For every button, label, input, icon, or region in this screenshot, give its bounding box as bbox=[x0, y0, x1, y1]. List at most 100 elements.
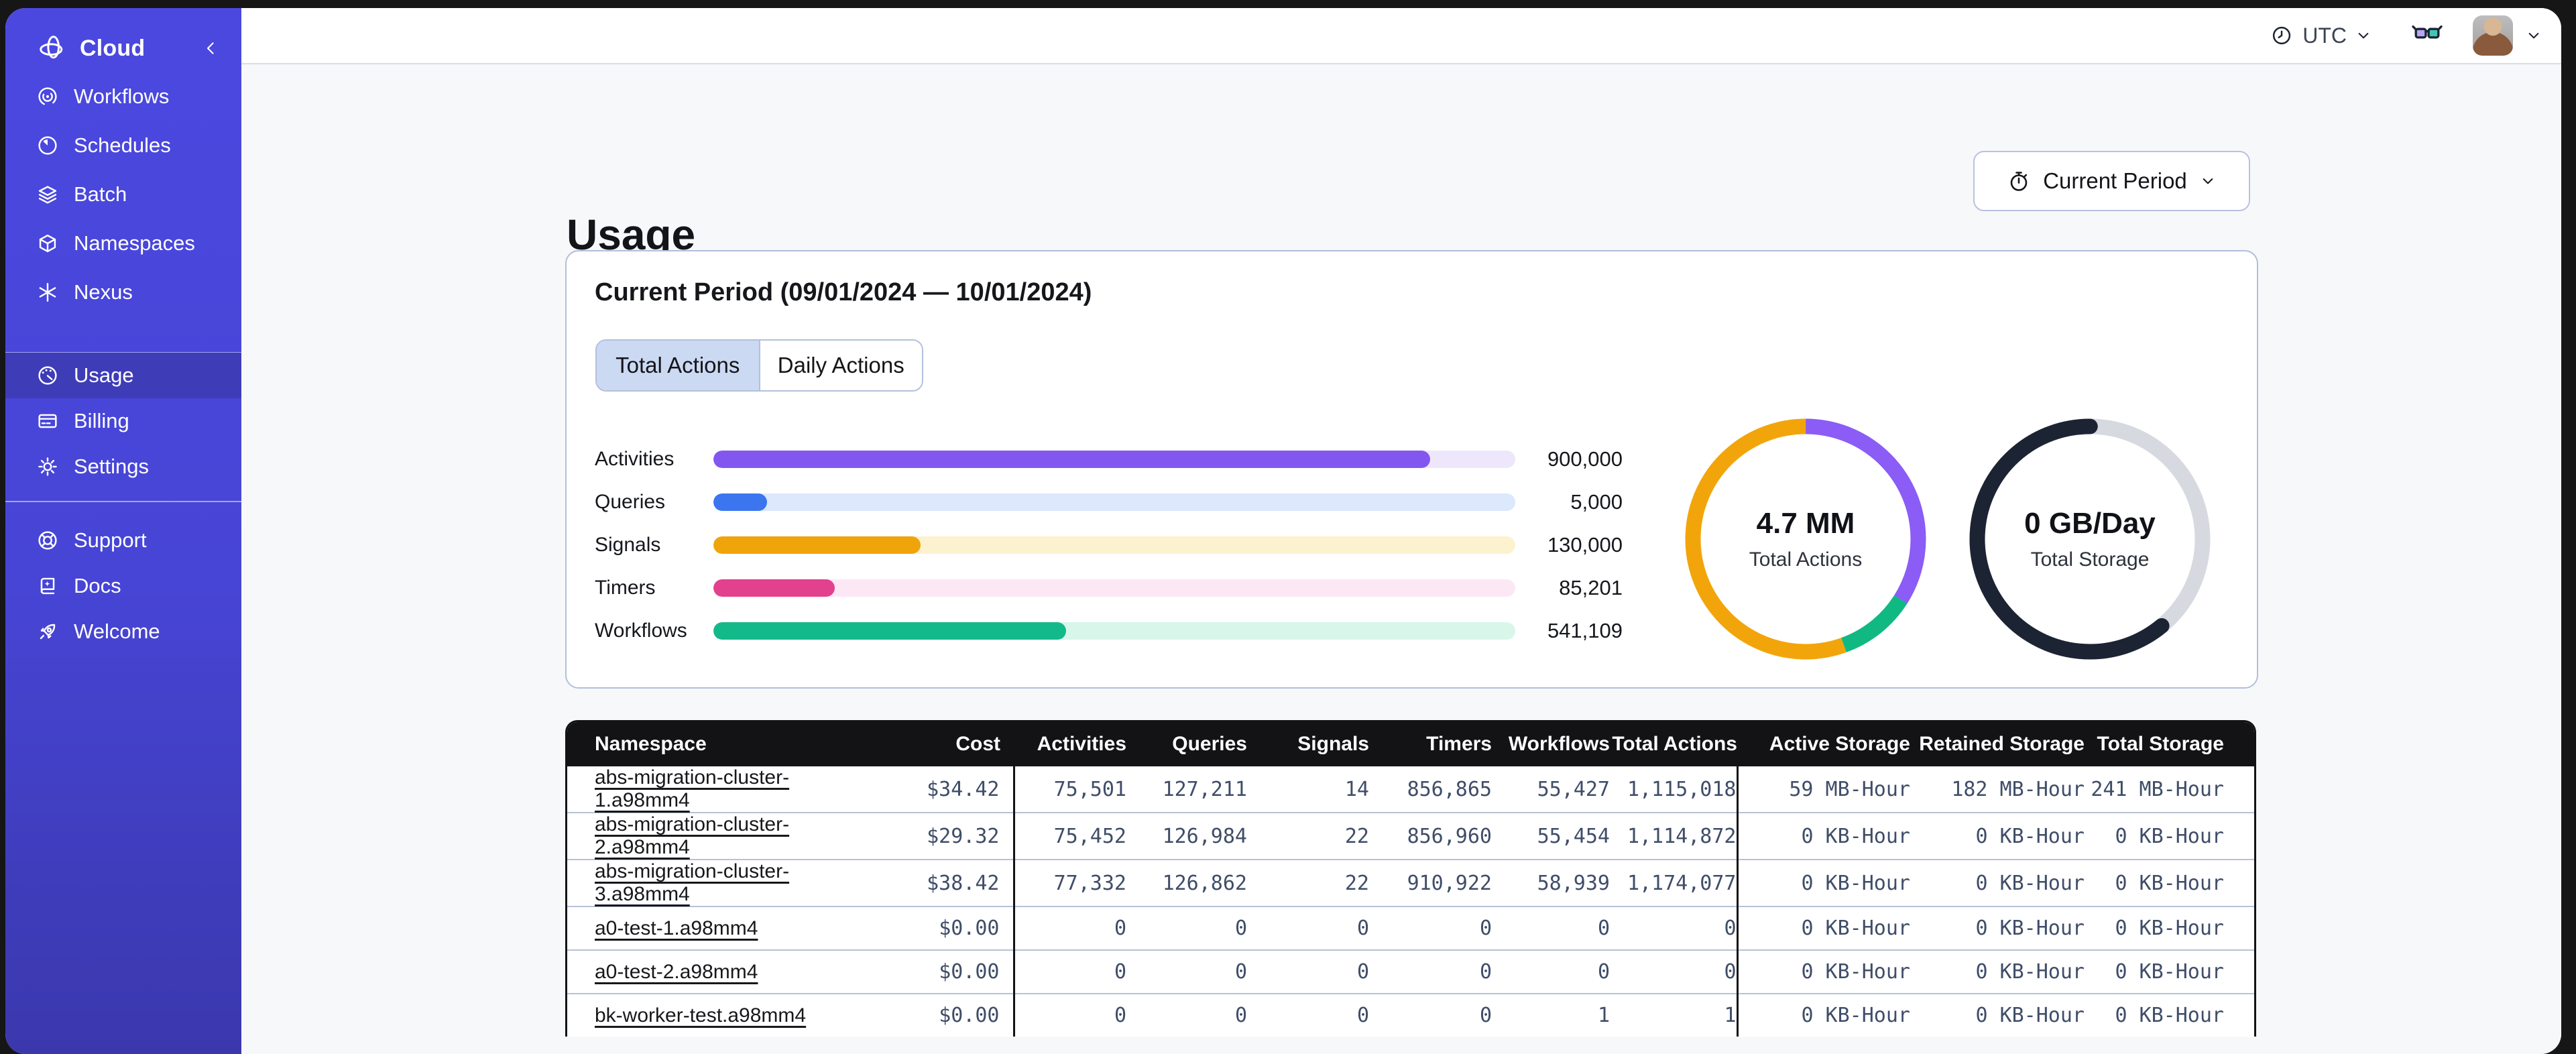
bar-fill bbox=[713, 622, 1067, 640]
sidebar-brand: Cloud bbox=[5, 24, 241, 72]
sidebar-item-support[interactable]: Support bbox=[5, 518, 241, 563]
column-header: Timers bbox=[1369, 722, 1492, 766]
column-header: Retained Storage bbox=[1910, 722, 2085, 766]
topbar: UTC bbox=[241, 8, 2561, 64]
sidebar-item-settings[interactable]: Settings bbox=[5, 444, 241, 489]
table-cell: 0 bbox=[1012, 949, 1126, 994]
table-cell: 182 MB-Hour bbox=[1910, 766, 2085, 813]
bar-fill bbox=[713, 579, 835, 597]
avatar[interactable] bbox=[2473, 15, 2513, 56]
usage-bar-row: Signals 130,000 bbox=[595, 524, 1623, 567]
total-actions-label: Total Actions bbox=[1749, 548, 1863, 571]
table-row: abs-migration-cluster-3.a98mm4 $38.42 77,3… bbox=[567, 859, 2254, 906]
table-row: a0-test-2.a98mm4 $0.00 0 0 0 0 0 0 0 KB-Hour 0 KB… bbox=[567, 949, 2254, 994]
table-cell: $0.00 bbox=[876, 993, 1014, 1037]
bar-label: Timers bbox=[595, 577, 656, 599]
actions-tabs: Total Actions Daily Actions bbox=[595, 339, 923, 392]
chevron-down-icon bbox=[2198, 171, 2218, 191]
table-cell: 0 KB-Hour bbox=[1736, 993, 1910, 1037]
table-cell: 0 KB-Hour bbox=[1736, 906, 1910, 950]
table-cell: 75,501 bbox=[1012, 766, 1126, 813]
table-row: abs-migration-cluster-1.a98mm4 $34.42 75,5… bbox=[567, 766, 2254, 813]
total-storage-label: Total Storage bbox=[2030, 548, 2150, 571]
table-cell: 58,939 bbox=[1492, 859, 1610, 906]
nexus-icon bbox=[35, 280, 60, 305]
table-cell: 1 bbox=[1610, 993, 1737, 1037]
namespace-link[interactable]: a0-test-1.a98mm4 bbox=[595, 917, 758, 939]
total-actions-donut: 4.7 MM Total Actions bbox=[1685, 418, 1926, 660]
period-selector-label: Current Period bbox=[2043, 168, 2187, 193]
namespace-link[interactable]: abs-migration-cluster-1.a98mm4 bbox=[595, 766, 789, 811]
donut-center: 0 GB/Day Total Storage bbox=[1969, 418, 2211, 660]
sidebar-item-label: Workflows bbox=[74, 84, 170, 108]
table-cell: 0 bbox=[1369, 906, 1492, 950]
batch-icon bbox=[35, 182, 60, 207]
brand-label: Cloud bbox=[80, 35, 145, 61]
namespaces-icon bbox=[35, 231, 60, 256]
table-cell: 0 bbox=[1610, 949, 1737, 994]
table-cell: 910,922 bbox=[1369, 859, 1492, 906]
table-row: abs-migration-cluster-2.a98mm4 $29.32 75,4… bbox=[567, 812, 2254, 860]
sidebar-nav-main: Workflows Schedules Batch Namespaces Nexus bbox=[5, 72, 241, 316]
sidebar-item-docs[interactable]: Docs bbox=[5, 563, 241, 609]
table-cell: 0 KB-Hour bbox=[1910, 906, 2085, 950]
card-title: Current Period (09/01/2024 — 10/01/2024) bbox=[595, 278, 1092, 306]
total-storage-value: 0 GB/Day bbox=[2024, 507, 2156, 540]
bar-fill bbox=[713, 536, 921, 554]
table-cell: 59 MB-Hour bbox=[1736, 766, 1910, 813]
usage-bar-chart: Activities 900,000 Queries 5,000 Signals 130,… bbox=[595, 438, 1623, 652]
table-cell: 0 KB-Hour bbox=[2085, 993, 2254, 1037]
table-cell: 0 KB-Hour bbox=[2085, 859, 2254, 906]
namespace-link[interactable]: abs-migration-cluster-2.a98mm4 bbox=[595, 813, 789, 858]
sidebar-item-label: Settings bbox=[74, 455, 150, 478]
table-cell: 0 KB-Hour bbox=[2085, 906, 2254, 950]
chevron-down-icon bbox=[2353, 25, 2374, 46]
table-cell: 1,115,018 bbox=[1610, 766, 1737, 813]
sidebar-item-label: Support bbox=[74, 528, 147, 552]
sidebar-item-label: Nexus bbox=[74, 280, 133, 304]
sidebar-item-batch[interactable]: Batch bbox=[5, 170, 241, 219]
namespace-link[interactable]: bk-worker-test.a98mm4 bbox=[595, 1004, 806, 1027]
table-cell: 0 bbox=[1126, 906, 1247, 950]
table-cell: 22 bbox=[1247, 812, 1369, 860]
namespace-link[interactable]: abs-migration-cluster-3.a98mm4 bbox=[595, 860, 789, 905]
column-header: Signals bbox=[1247, 722, 1369, 766]
settings-icon bbox=[35, 454, 60, 479]
table-cell: 856,960 bbox=[1369, 812, 1492, 860]
table-cell: 0 KB-Hour bbox=[2085, 812, 2254, 860]
timezone-selector[interactable]: UTC bbox=[2269, 23, 2374, 48]
sidebar-item-namespaces[interactable]: Namespaces bbox=[5, 219, 241, 268]
sidebar-item-schedules[interactable]: Schedules bbox=[5, 121, 241, 170]
user-menu-chevron-icon[interactable] bbox=[2524, 25, 2544, 46]
support-icon bbox=[35, 528, 60, 553]
namespace-usage-table: Namespace Cost Activities Queries Signals Tim… bbox=[565, 720, 2256, 1037]
sidebar-collapse-icon[interactable] bbox=[200, 38, 221, 59]
table-cell: 127,211 bbox=[1126, 766, 1247, 813]
sidebar-item-label: Welcome bbox=[74, 620, 160, 643]
namespace-link[interactable]: a0-test-2.a98mm4 bbox=[595, 961, 758, 983]
table-cell: 0 bbox=[1247, 993, 1369, 1037]
usage-icon bbox=[35, 363, 60, 388]
sidebar-item-label: Docs bbox=[74, 574, 121, 597]
bar-track bbox=[713, 493, 1515, 511]
table-cell: 0 bbox=[1610, 906, 1737, 950]
table-cell: 0 bbox=[1012, 906, 1126, 950]
feedback-glasses-button[interactable] bbox=[2408, 17, 2446, 54]
clock-icon bbox=[2269, 23, 2294, 48]
table-cell: $0.00 bbox=[876, 949, 1014, 994]
sidebar-nav-account: Usage Billing Settings bbox=[5, 353, 241, 489]
total-actions-value: 4.7 MM bbox=[1756, 507, 1855, 540]
period-selector-button[interactable]: Current Period bbox=[1973, 151, 2250, 211]
billing-icon bbox=[35, 408, 60, 434]
bar-value: 541,109 bbox=[1547, 619, 1623, 642]
sidebar-item-usage[interactable]: Usage bbox=[5, 353, 241, 398]
usage-bar-row: Workflows 541,109 bbox=[595, 609, 1623, 652]
sidebar-item-nexus[interactable]: Nexus bbox=[5, 268, 241, 316]
bar-track bbox=[713, 451, 1515, 468]
tab-daily-actions[interactable]: Daily Actions bbox=[758, 341, 922, 390]
sidebar-item-welcome[interactable]: Welcome bbox=[5, 609, 241, 654]
sidebar-item-workflows[interactable]: Workflows bbox=[5, 72, 241, 121]
sidebar-item-label: Namespaces bbox=[74, 231, 195, 255]
tab-total-actions[interactable]: Total Actions bbox=[597, 341, 759, 390]
sidebar-item-billing[interactable]: Billing bbox=[5, 398, 241, 444]
